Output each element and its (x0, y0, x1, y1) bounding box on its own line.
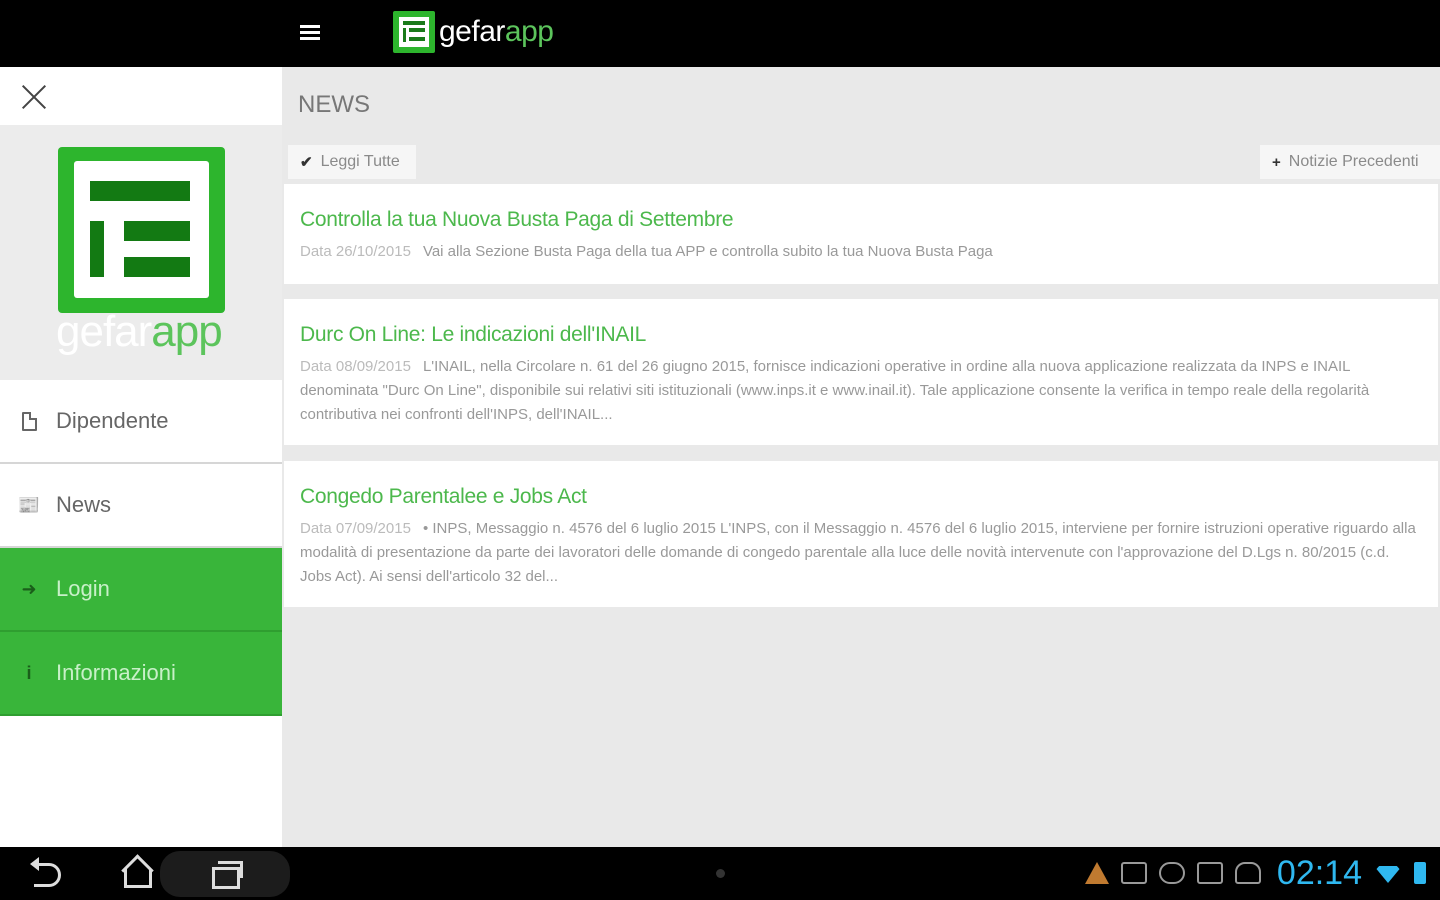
news-text: • INPS, Messaggio n. 4576 del 6 luglio 2… (300, 520, 1416, 585)
cloud-upload-icon (1158, 862, 1185, 884)
android-icon (1234, 862, 1261, 884)
news-date: Data 07/09/2015 (300, 520, 411, 537)
menu-icon[interactable] (300, 25, 320, 43)
sidebar-item-label: News (56, 492, 112, 517)
news-body: Data 26/10/2015 Vai alla Sezione Busta Pa… (300, 240, 1422, 264)
sidebar-item-informazioni[interactable]: i Informazioni (0, 632, 282, 716)
page-title: NEWS (298, 91, 370, 118)
battery-icon (1414, 862, 1426, 884)
status-area: 02:14 (1084, 853, 1426, 893)
read-all-button[interactable]: ✔ Leggi Tutte (288, 145, 416, 179)
close-icon[interactable] (20, 83, 48, 111)
check-icon: ✔ (300, 154, 313, 171)
main-content: NEWS ✔ Leggi Tutte + Notizie Precedenti … (282, 67, 1440, 847)
app-brand-name: gefarapp (439, 15, 554, 48)
sidebar-item-login[interactable]: ➜ Login (0, 548, 282, 632)
sidebar-item-news[interactable]: 📰 News (0, 464, 282, 548)
news-item[interactable]: Congedo Parentalee e Jobs Act Data 07/09… (284, 461, 1438, 607)
menu-dot-icon[interactable] (716, 869, 725, 878)
navigation-drawer: gefarapp Dipendente 📰 News ➜ Login i Inf… (0, 67, 282, 847)
drawer-header (0, 67, 282, 125)
plus-icon: + (1272, 153, 1281, 171)
news-text: L'INAIL, nella Circolare n. 61 del 26 gi… (300, 358, 1370, 423)
back-icon[interactable] (28, 855, 68, 891)
sidebar-item-label: Informazioni (56, 660, 176, 685)
previous-news-button[interactable]: + Notizie Precedenti (1260, 145, 1440, 179)
system-navigation-bar: 02:14 (0, 847, 1440, 900)
news-title: Durc On Line: Le indicazioni dell'INAIL (300, 323, 646, 346)
news-item[interactable]: Durc On Line: Le indicazioni dell'INAIL … (284, 299, 1438, 445)
previous-news-label: Notizie Precedenti (1288, 153, 1419, 170)
image-icon (1120, 862, 1147, 884)
news-title: Congedo Parentalee e Jobs Act (300, 485, 587, 508)
news-body: Data 08/09/2015 L'INAIL, nella Circolare … (300, 355, 1422, 427)
drawer-logo-panel: gefarapp (0, 125, 282, 380)
news-text: Vai alla Sezione Busta Paga della tua AP… (422, 243, 993, 260)
drawer-brand-name: gefarapp (56, 307, 223, 356)
app-logo: gefarapp (393, 10, 554, 54)
document-icon (16, 408, 42, 434)
news-body: Data 07/09/2015 • INPS, Messaggio n. 4576… (300, 517, 1422, 589)
sidebar-item-dipendente[interactable]: Dipendente (0, 380, 282, 464)
news-title: Controlla la tua Nuova Busta Paga di Set… (300, 208, 734, 231)
news-date: Data 08/09/2015 (300, 358, 411, 375)
wifi-icon (1374, 866, 1402, 883)
app-notification-icon (1196, 862, 1223, 884)
recent-apps-icon[interactable] (160, 851, 290, 897)
news-date: Data 26/10/2015 (300, 243, 411, 260)
sidebar-item-label: Dipendente (56, 408, 169, 433)
warning-icon (1084, 862, 1109, 884)
login-icon: ➜ (21, 578, 37, 599)
newspaper-icon: 📰 (17, 494, 41, 515)
news-item[interactable]: Controlla la tua Nuova Busta Paga di Set… (284, 184, 1438, 284)
logo-mark-icon (393, 11, 435, 53)
read-all-label: Leggi Tutte (320, 153, 400, 170)
sidebar-item-label: Login (56, 576, 110, 601)
logo-mark-icon (58, 147, 225, 313)
home-icon[interactable] (116, 855, 156, 891)
clock: 02:14 (1276, 853, 1362, 892)
info-icon: i (26, 662, 32, 683)
top-bar: gefarapp (0, 0, 1440, 67)
